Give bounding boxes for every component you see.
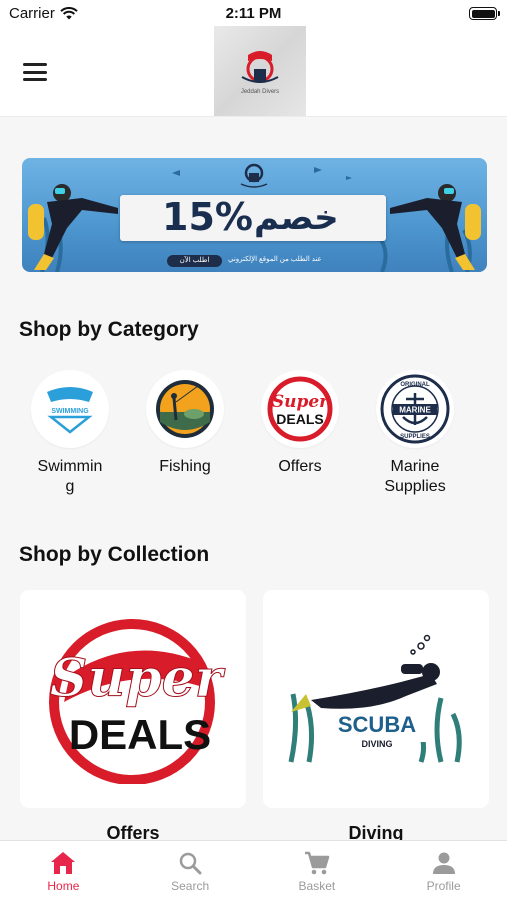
category-label-line1: Fishing bbox=[159, 458, 211, 475]
collection-badge-top-text: SCUBA bbox=[338, 712, 416, 737]
diver-logo-icon bbox=[241, 51, 279, 83]
collection-card-diving[interactable]: SCUBA DIVING bbox=[263, 590, 489, 808]
bottom-tab-bar: Home Search Basket Profile bbox=[0, 840, 507, 900]
person-icon bbox=[432, 852, 455, 874]
tab-home[interactable]: Home bbox=[0, 841, 127, 900]
category-item-fishing[interactable]: Fishing bbox=[129, 370, 241, 477]
category-section-title: Shop by Category bbox=[19, 318, 199, 341]
search-icon bbox=[179, 852, 202, 875]
fishing-badge-icon bbox=[156, 380, 214, 438]
category-badge-bottom-text: DEALS bbox=[276, 411, 323, 427]
collection-badge-bottom-text: DEALS bbox=[69, 711, 211, 758]
collection-badge-bottom-text: DIVING bbox=[361, 739, 392, 749]
category-label-line1: Marine bbox=[390, 458, 440, 475]
tab-label: Basket bbox=[298, 879, 336, 893]
category-item-swimming[interactable]: SWIMMING Swimmin g bbox=[14, 370, 126, 497]
tab-basket[interactable]: Basket bbox=[254, 841, 381, 900]
category-swimming-image: SWIMMING bbox=[31, 370, 109, 448]
promo-percent: 15% bbox=[162, 195, 253, 239]
brand-logo: Jeddah Divers bbox=[214, 26, 306, 116]
tab-label: Home bbox=[47, 879, 80, 893]
promo-banner[interactable]: 15% خصم اطلب الآن عند الطلب من الموقع ال… bbox=[22, 158, 487, 272]
logo-caption: Jeddah Divers bbox=[240, 89, 280, 95]
category-label-line2: g bbox=[65, 478, 75, 495]
category-badge-top-text: Super bbox=[272, 392, 329, 412]
category-label-line1: Swimmin bbox=[37, 458, 103, 475]
super-deals-badge-icon: Super DEALS bbox=[267, 376, 333, 442]
marine-ring-top-text: ORIGINAL bbox=[400, 382, 430, 388]
category-label-line2: Supplies bbox=[384, 478, 446, 495]
collection-card-offers[interactable]: Super DEALS bbox=[20, 590, 246, 808]
app-header: Jeddah Divers bbox=[0, 26, 507, 117]
category-item-marine-supplies[interactable]: ORIGINAL SUPPLIES MARINE Marine Supplies bbox=[359, 370, 471, 497]
banner-note: عند الطلب من الموقع الإلكتروني bbox=[228, 256, 322, 263]
banner-sign bbox=[120, 195, 386, 241]
tab-search[interactable]: Search bbox=[127, 841, 254, 900]
home-icon bbox=[51, 852, 76, 874]
battery-icon bbox=[469, 7, 500, 20]
category-item-offers[interactable]: Super DEALS Offers bbox=[244, 370, 356, 477]
swimming-badge-icon: SWIMMING bbox=[47, 387, 93, 434]
category-badge-text: SWIMMING bbox=[51, 408, 89, 415]
hamburger-menu-button[interactable] bbox=[22, 61, 48, 83]
category-marine-image: ORIGINAL SUPPLIES MARINE bbox=[376, 370, 454, 448]
collection-badge-top-text: Super bbox=[50, 648, 226, 709]
cart-icon bbox=[304, 851, 330, 875]
banner-order-button[interactable]: اطلب الآن bbox=[167, 255, 222, 267]
tab-label: Search bbox=[171, 879, 210, 893]
promo-word: خصم bbox=[254, 198, 339, 238]
marine-center-text: MARINE bbox=[399, 406, 431, 415]
category-offers-image: Super DEALS bbox=[261, 370, 339, 448]
category-label-line1: Offers bbox=[278, 458, 322, 475]
category-fishing-image bbox=[146, 370, 224, 448]
status-time: 2:11 PM bbox=[225, 5, 282, 22]
collection-section-title: Shop by Collection bbox=[19, 543, 210, 566]
marine-ring-bottom-text: SUPPLIES bbox=[400, 434, 430, 440]
scuba-diving-collection-icon: SCUBA DIVING bbox=[288, 634, 462, 763]
status-bar: Carrier 2:11 PM bbox=[0, 0, 507, 28]
banner-logo-icon bbox=[237, 162, 271, 193]
marine-anchor-badge-icon: ORIGINAL SUPPLIES MARINE bbox=[380, 374, 450, 444]
tab-label: Profile bbox=[426, 879, 461, 893]
super-deals-collection-icon: Super DEALS bbox=[49, 619, 226, 784]
tab-profile[interactable]: Profile bbox=[380, 841, 507, 900]
